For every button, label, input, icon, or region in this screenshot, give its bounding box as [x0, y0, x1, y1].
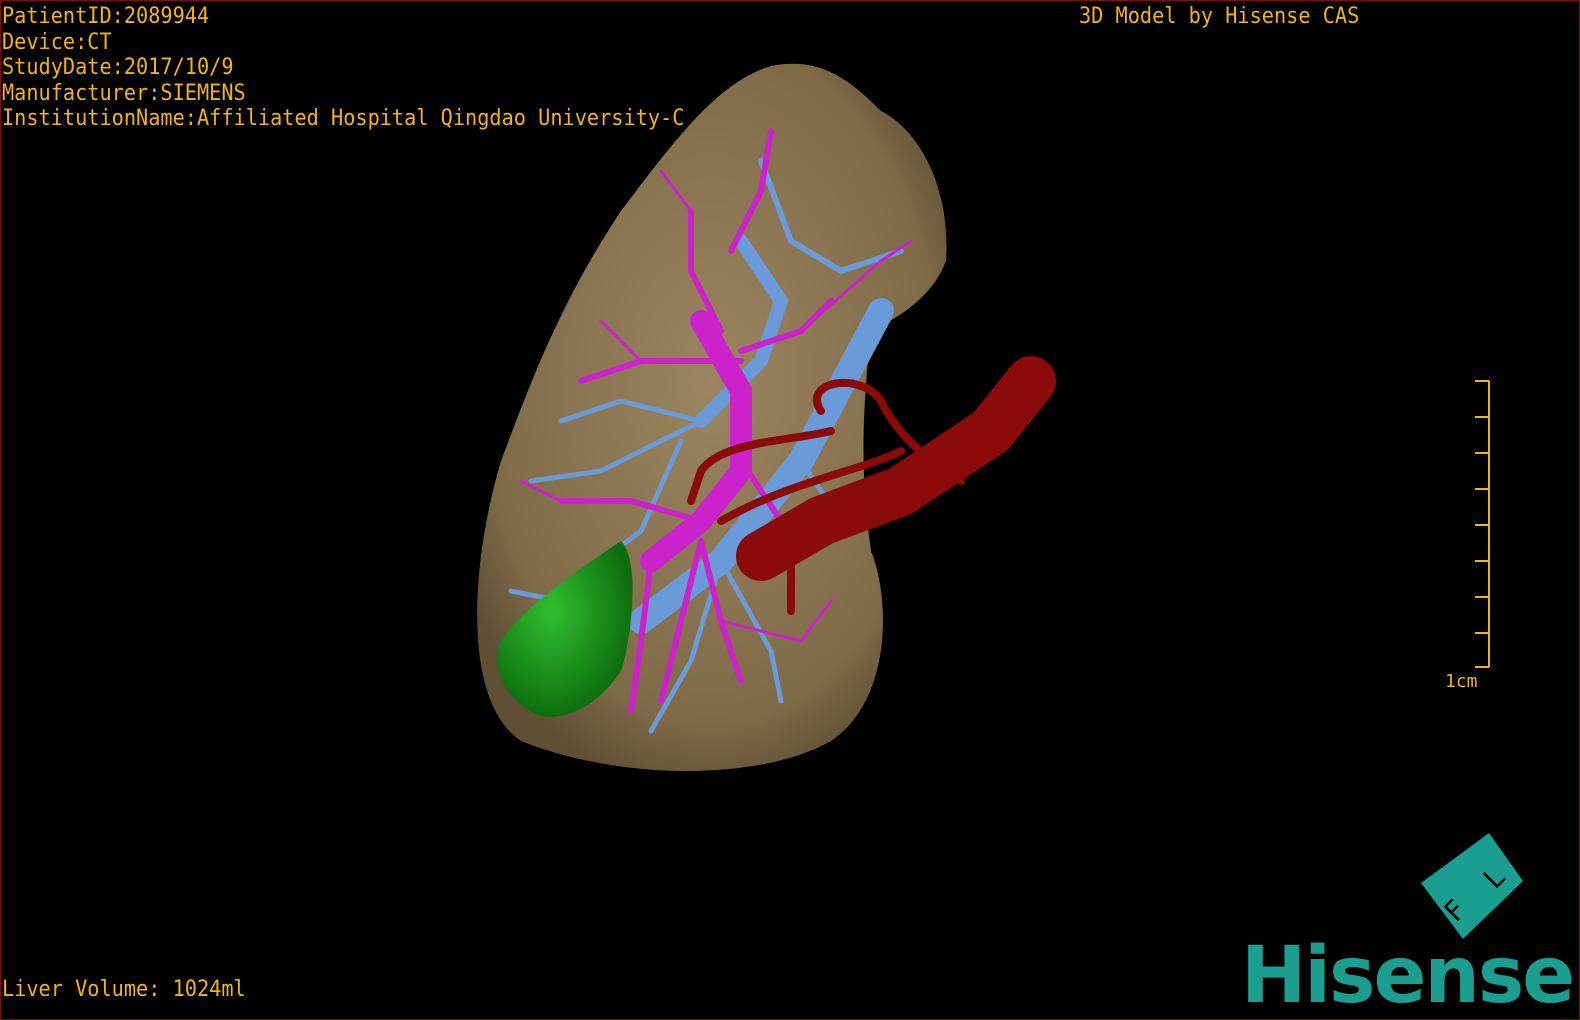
liver-volume: Liver Volume: 1024ml: [2, 977, 246, 1002]
3d-viewport[interactable]: F L PatientID:2089944 Device:CT StudyDate:…: [0, 0, 1580, 1020]
hisense-logo: Hisense: [1241, 931, 1575, 1020]
liver-3d-model[interactable]: F L: [1, 1, 1580, 1020]
patient-id: PatientID:2089944: [2, 4, 210, 29]
study-date: StudyDate:2017/10/9: [2, 55, 234, 80]
institution-name: InstitutionName:Affiliated Hospital Qing…: [2, 106, 685, 131]
orientation-cube-icon[interactable]: F L: [1421, 833, 1523, 939]
study-info: PatientID:2089944 Device:CT StudyDate:2017…: [2, 4, 684, 132]
scale-bar: [1475, 380, 1490, 668]
manufacturer: Manufacturer:SIEMENS: [2, 80, 246, 106]
model-credit: 3D Model by Hisense CAS: [1079, 4, 1360, 29]
scale-bar-label: 1cm: [1445, 671, 1478, 692]
device: Device:CT: [2, 29, 112, 55]
